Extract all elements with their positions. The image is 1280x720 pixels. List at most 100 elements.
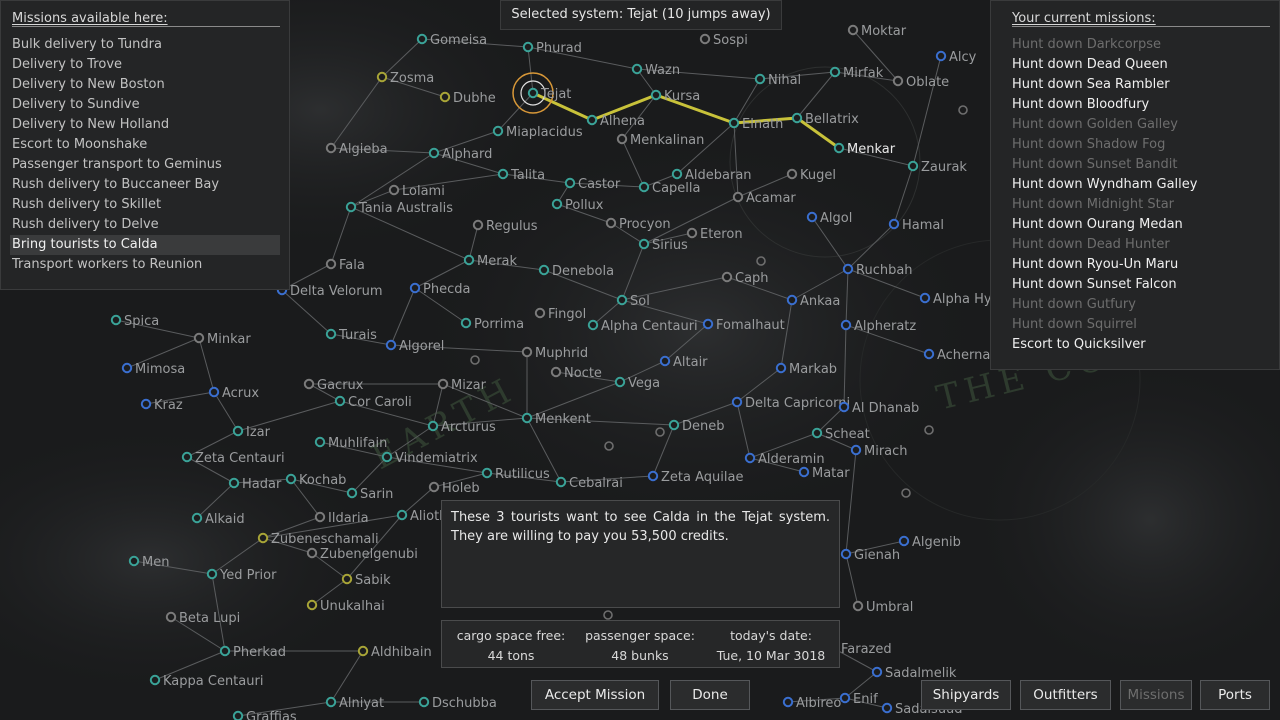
current-mission-item[interactable]: Escort to Quicksilver <box>1012 335 1270 355</box>
system-vindemiatrix[interactable]: Vindemiatrix <box>381 451 478 466</box>
system-zubenelgenubi[interactable]: Zubenelgenubi <box>306 547 418 562</box>
done-button[interactable]: Done <box>670 680 750 710</box>
available-mission-item[interactable]: Transport workers to Reunion <box>12 255 280 275</box>
system-label: Mirfak <box>843 66 884 81</box>
available-missions-header: Missions available here: <box>12 11 168 26</box>
available-mission-item[interactable]: Rush delivery to Buccaneer Bay <box>12 175 280 195</box>
system-label: Hadar <box>242 477 282 492</box>
system-label: Farazed <box>841 642 892 657</box>
current-mission-item[interactable]: Hunt down Bloodfury <box>1012 95 1270 115</box>
current-mission-item[interactable]: Hunt down Squirrel <box>1012 315 1270 335</box>
system-label: Achernar <box>937 348 996 363</box>
system-marker <box>427 420 439 432</box>
system-label: Muphrid <box>535 346 588 361</box>
system-label: Regulus <box>486 219 538 234</box>
current-mission-item[interactable]: Hunt down Sunset Bandit <box>1012 155 1270 175</box>
current-mission-item[interactable]: Hunt down Dead Queen <box>1012 55 1270 75</box>
current-mission-item[interactable]: Hunt down Sunset Falcon <box>1012 275 1270 295</box>
system-kappa-centauri[interactable]: Kappa Centauri <box>149 674 264 689</box>
system-label: Dschubba <box>432 696 497 711</box>
available-missions-list: Bulk delivery to Tundra Delivery to Trove… <box>10 35 280 275</box>
system-label: Ankaa <box>800 294 840 309</box>
shipyards-button[interactable]: Shipyards <box>921 680 1011 710</box>
system-label: Bellatrix <box>805 112 859 127</box>
system-label: Scheat <box>825 427 870 442</box>
system-zeta-centauri[interactable]: Zeta Centauri <box>181 451 285 466</box>
system-marker <box>847 24 859 36</box>
system-label: Lolami <box>402 184 445 199</box>
system-marker <box>110 314 122 326</box>
system-marker <box>388 184 400 196</box>
system-label: Nocte <box>564 366 602 381</box>
system-miaplacidus[interactable]: Miaplacidus <box>492 125 583 140</box>
system-marker <box>128 555 140 567</box>
system-marker <box>314 436 326 448</box>
system-label: Men <box>142 555 169 570</box>
system-marker <box>786 294 798 306</box>
system-label: Acrux <box>222 386 259 401</box>
current-mission-item[interactable]: Hunt down Dead Hunter <box>1012 235 1270 255</box>
current-mission-item[interactable]: Hunt down Ourang Medan <box>1012 215 1270 235</box>
available-mission-item[interactable]: Passenger transport to Geminus <box>12 155 280 175</box>
available-mission-item[interactable]: Delivery to Sundive <box>12 95 280 115</box>
current-mission-item[interactable]: Hunt down Sea Rambler <box>1012 75 1270 95</box>
system-label: Porrima <box>474 317 524 332</box>
system-cor-caroli[interactable]: Cor Caroli <box>334 395 412 410</box>
system-al-dhanab[interactable]: Al Dhanab <box>838 401 920 416</box>
outfitters-button[interactable]: Outfitters <box>1020 680 1111 710</box>
system-marker <box>165 611 177 623</box>
mission-description-text: These 3 tourists want to see Calda in th… <box>451 510 830 544</box>
system-label: Phecda <box>423 282 470 297</box>
available-mission-item[interactable]: Bulk delivery to Tundra <box>12 35 280 55</box>
system-sadalmelik[interactable]: Sadalmelik <box>871 666 957 681</box>
system-marker <box>140 398 152 410</box>
system-label: Algieba <box>339 142 388 157</box>
system-marker <box>782 696 794 708</box>
system-label: Muhlifain <box>328 436 387 451</box>
accept-mission-button[interactable]: Accept Mission <box>531 680 659 710</box>
missions-button[interactable]: Missions <box>1120 680 1192 710</box>
system-label: Mimosa <box>135 362 185 377</box>
system-marker <box>728 117 740 129</box>
system-marker <box>285 473 297 485</box>
system-marker <box>439 91 451 103</box>
current-mission-item[interactable]: Hunt down Ryou-Un Maru <box>1012 255 1270 275</box>
date-label: today's date: <box>730 628 812 643</box>
system-label: Fingol <box>548 307 586 322</box>
system-label: Tania Australis <box>358 201 453 216</box>
system-delta-capricorni[interactable]: Delta Capricorni <box>731 396 850 411</box>
system-label: Kursa <box>664 89 700 104</box>
available-mission-item[interactable]: Delivery to New Boston <box>12 75 280 95</box>
system-alderamin[interactable]: Alderamin <box>744 452 825 467</box>
system-tania-australis[interactable]: Tania Australis <box>345 201 453 216</box>
available-mission-item[interactable]: Bring tourists to Calda <box>10 235 280 255</box>
available-mission-item[interactable]: Rush delivery to Skillet <box>12 195 280 215</box>
current-mission-item[interactable]: Hunt down Midnight Star <box>1012 195 1270 215</box>
system-marker <box>919 292 931 304</box>
system-marker <box>325 696 337 708</box>
system-label: Cebalrai <box>569 476 623 491</box>
system-marker <box>586 114 598 126</box>
available-mission-item[interactable]: Escort to Moonshake <box>12 135 280 155</box>
system-marker <box>257 532 269 544</box>
current-mission-item[interactable]: Hunt down Shadow Fog <box>1012 135 1270 155</box>
system-zubeneschamali[interactable]: Zubeneschamali <box>257 532 379 547</box>
available-mission-item[interactable]: Delivery to New Holland <box>12 115 280 135</box>
current-mission-item[interactable]: Hunt down Wyndham Galley <box>1012 175 1270 195</box>
system-unukalhai[interactable]: Unukalhai <box>306 599 385 614</box>
system-alpha-centauri[interactable]: Alpha Centauri <box>587 319 698 334</box>
system-menkalinan[interactable]: Menkalinan <box>616 133 705 148</box>
system-dschubba[interactable]: Dschubba <box>418 696 497 711</box>
system-zeta-aquilae[interactable]: Zeta Aquilae <box>647 470 744 485</box>
available-mission-item[interactable]: Rush delivery to Delve <box>12 215 280 235</box>
system-delta-velorum[interactable]: Delta Velorum <box>276 284 383 299</box>
current-mission-item[interactable]: Hunt down Golden Galley <box>1012 115 1270 135</box>
system-marker <box>935 50 947 62</box>
ports-button[interactable]: Ports <box>1200 680 1270 710</box>
cargo-label: cargo space free: <box>456 628 566 643</box>
current-mission-item[interactable]: Hunt down Darkcorpse <box>1012 35 1270 55</box>
current-mission-item[interactable]: Hunt down Gutfury <box>1012 295 1270 315</box>
system-marker <box>219 645 231 657</box>
available-mission-item[interactable]: Delivery to Trove <box>12 55 280 75</box>
system-fomalhaut[interactable]: Fomalhaut <box>702 318 785 333</box>
